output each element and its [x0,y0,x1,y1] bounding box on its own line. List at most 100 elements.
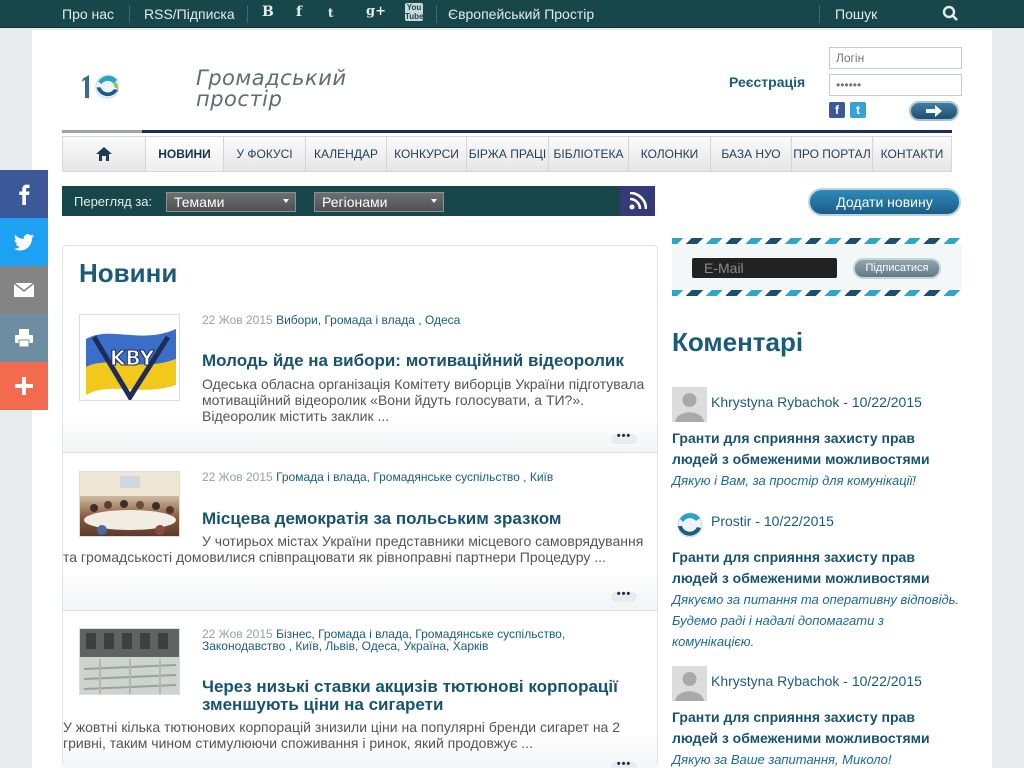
rss-link[interactable]: RSS/Підписка [144,6,235,22]
comment-text: Дякуємо за питання та оперативну відпові… [672,592,960,649]
print-icon [15,329,33,348]
nav-focus[interactable]: У фокусі [224,137,306,171]
news-categories[interactable]: Вибори, Громада і влада , Одеса [276,313,460,327]
avatar[interactable] [672,666,707,701]
news-meta: 22 Жов 2015 Громада і влада, Громадянськ… [202,471,651,483]
news-thumbnail[interactable] [79,628,180,695]
topic-select-value: Темами [174,194,225,210]
more-button[interactable]: ••• [611,759,637,768]
logo-icon[interactable] [80,52,200,122]
news-categories[interactable]: Громада і влада, Громадянське суспільств… [276,470,553,484]
facebook-icon [19,184,30,205]
email-field[interactable]: E-Mail [692,258,837,278]
comment-author[interactable]: Prostir - 10/22/2015 [711,513,834,529]
nav-calendar[interactable]: Календар [306,137,387,171]
building-photo-icon [80,629,179,694]
vk-icon[interactable]: B [262,4,274,20]
share-facebook-button[interactable] [0,170,48,218]
search-label[interactable]: Пошук [835,6,877,22]
register-link[interactable]: Реєстрація [729,74,805,90]
divider [672,238,962,244]
comment-text: Дякую за Ваше запитання, Миколо! [672,752,892,767]
region-select[interactable]: Регіонами [314,192,444,212]
logo-text: простір [196,87,283,111]
rss-button[interactable] [620,186,655,216]
news-excerpt: Одеська обласна організація Комітету виб… [202,376,645,424]
twitter-icon [13,234,34,251]
search-icon[interactable] [942,5,958,21]
share-print-button[interactable] [0,314,48,362]
prostir-logo-icon [677,512,703,538]
nav-jobs[interactable]: Біржа праці [467,137,549,171]
comment-text: Дякую і Вам, за простір для комунікації! [672,473,917,488]
email-icon [13,282,35,297]
divider [672,290,962,296]
arrow-right-icon [926,105,942,117]
login-button[interactable] [909,101,959,121]
comment-author[interactable]: Khrystyna Rybachok - 10/22/2015 [711,673,922,689]
nav-columns[interactable]: Колонки [629,137,711,171]
news-thumbnail[interactable] [79,471,180,537]
news-title-link[interactable]: Місцева демократія за польським зразком [202,510,651,528]
login-field[interactable] [829,47,962,69]
news-title-link[interactable]: Молодь йде на вибори: мотиваційний відео… [202,352,651,370]
nav-about-portal[interactable]: Про портал [792,137,873,171]
home-icon [96,147,112,161]
share-more-button[interactable] [0,362,48,410]
chevron-down-icon [283,199,289,203]
news-date: 22 Жов 2015 [202,470,273,484]
news-excerpt: У жовтні кілька тютюнових корпорацій зни… [63,719,621,751]
comment-topic-link[interactable]: Гранти для сприяння захисту прав людей з… [672,428,962,470]
avatar[interactable] [672,387,707,422]
filter-bar: Перегляд за: Темами Регіонами [62,186,620,216]
user-icon [675,672,704,701]
more-button[interactable]: ••• [611,589,637,602]
nav-ngo-base[interactable]: База НУО [711,137,792,171]
news-title-link[interactable]: Через низькі ставки акцизів тютюнові кор… [202,678,651,714]
user-icon [675,393,704,422]
topic-select[interactable]: Темами [166,192,296,212]
nav-news[interactable]: Новини [146,137,224,171]
comment-author[interactable]: Khrystyna Rybachok - 10/22/2015 [711,394,922,410]
twitter-icon[interactable]: t [328,6,334,20]
news-excerpt: У чотирьох містах України представники м… [63,533,644,565]
chevron-down-icon [431,199,437,203]
share-twitter-button[interactable] [0,218,48,266]
comment-topic-link[interactable]: Гранти для сприяння захисту прав людей з… [672,547,962,589]
news-date: 22 Жов 2015 [202,313,273,327]
nav-home[interactable] [63,137,146,171]
kvu-logo-icon: KBY [86,329,176,400]
youtube-icon[interactable]: You Tube [405,3,424,21]
news-meta: 22 Жов 2015 Бізнес, Громада і влада, Гро… [202,628,651,652]
news-thumbnail[interactable]: KBY [79,314,180,401]
divider [142,130,952,133]
password-field[interactable] [829,74,962,96]
divider [436,5,437,23]
facebook-login-icon[interactable]: f [829,102,845,118]
divider [62,130,142,133]
google-plus-icon[interactable]: g+ [366,4,386,19]
plus-icon [15,377,33,395]
filter-label: Перегляд за: [74,194,153,209]
news-item: 22 Жов 2015 Бізнес, Громада і влада, Гро… [63,612,657,768]
region-select-value: Регіонами [322,194,388,210]
twitter-login-icon[interactable]: t [850,102,866,118]
comment-topic-link[interactable]: Гранти для сприяння захисту прав людей з… [672,707,962,749]
more-button[interactable]: ••• [611,431,637,444]
avatar[interactable] [672,507,707,542]
news-item: 22 Жов 2015 Громада і влада, Громадянськ… [63,454,657,611]
main-nav: Новини У фокусі Календар Конкурси Біржа … [62,136,952,172]
share-email-button[interactable] [0,266,48,314]
divider [129,5,130,23]
european-space-link[interactable]: Європейський Простір [448,6,594,22]
nav-library[interactable]: Бібліотека [549,137,629,171]
add-news-button[interactable]: Додати новину [808,188,961,216]
subscribe-button[interactable]: Підписатися [853,258,941,279]
news-item: KBY 22 Жов 2015 Вибори, Громада і влада … [63,300,657,453]
facebook-icon[interactable]: f [296,4,302,20]
nav-contacts[interactable]: Контакти [873,137,951,171]
nav-contests[interactable]: Конкурси [387,137,467,171]
meeting-photo-icon [80,472,179,535]
page-title: Новини [79,258,178,288]
about-link[interactable]: Про нас [62,6,114,22]
